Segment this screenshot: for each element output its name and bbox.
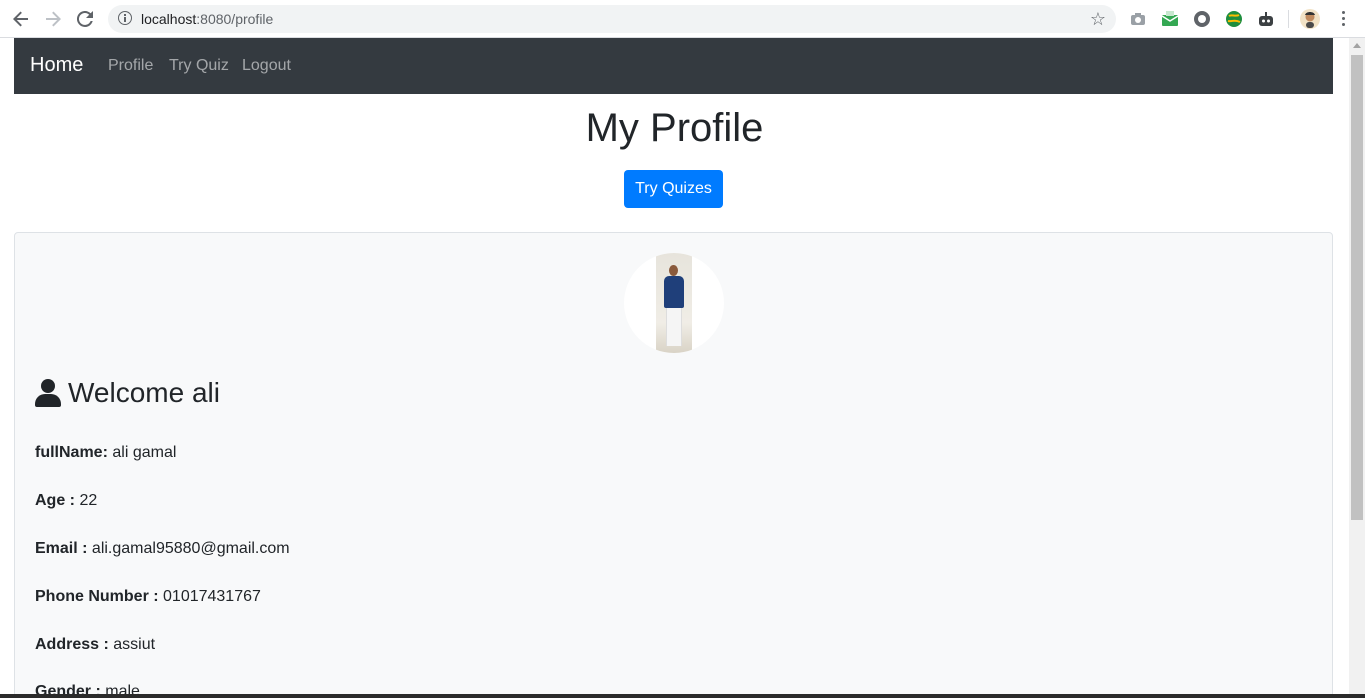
reload-icon[interactable] — [74, 8, 96, 30]
navbar-brand-home[interactable]: Home — [30, 54, 83, 77]
nav-link-try-quiz[interactable]: Try Quiz — [169, 57, 229, 75]
field-email: Email : ali.gamal95880@gmail.com — [35, 540, 290, 558]
field-address: Address : assiut — [35, 636, 155, 654]
camera-extension-icon[interactable] — [1129, 10, 1147, 28]
field-age: Age : 22 — [35, 492, 97, 510]
globe-extension-icon[interactable] — [1225, 10, 1243, 28]
field-label: fullName: — [35, 444, 108, 461]
field-gender: Gender : male — [35, 683, 140, 694]
info-icon[interactable] — [118, 11, 132, 25]
page-title: My Profile — [585, 106, 764, 150]
toolbar-separator — [1288, 10, 1289, 28]
address-bar[interactable]: localhost:8080/profile ☆ — [108, 5, 1116, 33]
scrollbar-thumb[interactable] — [1351, 55, 1363, 520]
circle-extension-icon[interactable] — [1193, 10, 1211, 28]
back-icon[interactable] — [10, 8, 32, 30]
profile-card: Welcome ali fullName: ali gamal Age : 22… — [14, 232, 1333, 694]
field-label: Email : — [35, 540, 88, 557]
mail-extension-icon[interactable] — [1161, 10, 1179, 28]
field-fullname: fullName: ali gamal — [35, 444, 176, 462]
profile-avatar-image — [624, 253, 724, 353]
user-icon — [35, 379, 61, 407]
browser-menu-icon[interactable] — [1337, 10, 1349, 28]
profile-avatar-icon[interactable] — [1300, 9, 1320, 29]
window-bottom-edge — [0, 694, 1365, 698]
nav-link-profile[interactable]: Profile — [108, 57, 153, 75]
welcome-text: Welcome ali — [68, 377, 220, 408]
try-quizes-button[interactable]: Try Quizes — [624, 170, 723, 208]
field-value: 01017431767 — [163, 588, 261, 605]
field-value: 22 — [79, 492, 98, 509]
field-value: male — [105, 683, 140, 694]
nav-link-logout[interactable]: Logout — [242, 57, 291, 75]
url-text[interactable]: localhost:8080/profile — [141, 11, 273, 27]
field-label: Phone Number : — [35, 588, 159, 605]
field-value: ali.gamal95880@gmail.com — [91, 540, 290, 557]
browser-toolbar: localhost:8080/profile ☆ — [0, 0, 1365, 38]
page-viewport: Home Profile Try Quiz Logout My Profile … — [0, 38, 1349, 694]
field-phone: Phone Number : 01017431767 — [35, 588, 261, 606]
field-value: assiut — [113, 636, 156, 653]
robot-extension-icon[interactable] — [1257, 10, 1275, 28]
field-label: Age : — [35, 492, 75, 509]
scroll-up-arrow-icon[interactable] — [1353, 43, 1361, 48]
top-navbar: Home Profile Try Quiz Logout — [14, 38, 1333, 94]
bookmark-star-icon[interactable]: ☆ — [1090, 9, 1106, 30]
field-label: Gender : — [35, 683, 101, 694]
welcome-heading: Welcome ali — [35, 377, 220, 409]
forward-icon[interactable] — [42, 8, 64, 30]
field-value: ali gamal — [112, 444, 177, 461]
field-label: Address : — [35, 636, 109, 653]
page-scrollbar[interactable] — [1349, 38, 1365, 694]
